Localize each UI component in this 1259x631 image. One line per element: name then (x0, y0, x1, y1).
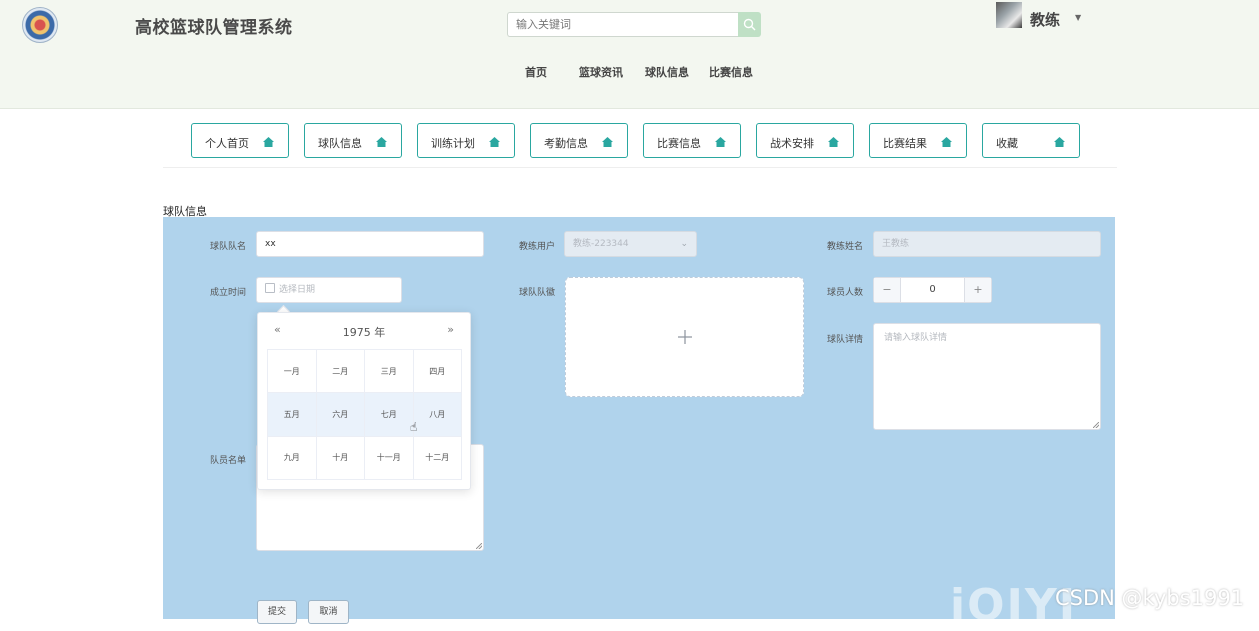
coach-user-value: 教练-223344 (573, 239, 629, 249)
tab-personal-home[interactable]: 个人首页 (191, 123, 289, 158)
tab-label: 比赛信息 (657, 137, 701, 150)
increment-button[interactable]: + (964, 278, 991, 302)
calendar-icon (265, 283, 275, 293)
tab-attendance[interactable]: 考勤信息 (530, 123, 628, 158)
hand-cursor-icon: ☝ (410, 420, 418, 434)
submit-button[interactable]: 提交 (257, 600, 297, 624)
founded-date-input[interactable]: 选择日期 (256, 277, 402, 303)
month-cell[interactable]: 五月 (268, 393, 317, 437)
tab-label: 球队信息 (318, 137, 362, 150)
home-icon (1054, 137, 1065, 147)
month-cell[interactable]: 四月 (413, 350, 462, 394)
logo-uploader[interactable] (565, 277, 804, 397)
team-name-input[interactable]: xx (256, 231, 484, 257)
home-icon (828, 137, 839, 147)
watermark-text: CSDN @kybs1991 (1055, 586, 1245, 610)
next-year-button[interactable]: » (447, 323, 454, 336)
home-icon (263, 137, 274, 147)
tab-label: 收藏 (996, 137, 1018, 150)
month-cell[interactable]: 一月 (268, 350, 317, 394)
cancel-button[interactable]: 取消 (308, 600, 349, 624)
tab-match-results[interactable]: 比赛结果 (869, 123, 967, 158)
logo-label: 球队队徽 (519, 288, 556, 298)
tab-label: 战术安排 (770, 137, 814, 150)
month-cell[interactable]: 七月 (365, 393, 414, 437)
avatar[interactable] (996, 2, 1022, 28)
founded-placeholder: 选择日期 (279, 285, 316, 295)
coach-name-label: 教练姓名 (827, 242, 864, 252)
player-count-stepper: − 0 + (873, 277, 992, 303)
month-picker-popup: « 1975 年 » 一月 二月 三月 四月 五月 六月 七月 八月 九月 十月… (257, 312, 471, 490)
nav-basketball-news[interactable]: 篮球资讯 (579, 64, 623, 80)
month-cell[interactable]: 二月 (316, 350, 365, 394)
nav-home[interactable]: 首页 (525, 64, 547, 80)
tab-label: 考勤信息 (544, 137, 588, 150)
month-cell[interactable]: 九月 (268, 436, 317, 480)
tab-tactics[interactable]: 战术安排 (756, 123, 854, 158)
roster-label: 队员名单 (210, 456, 247, 466)
picker-year[interactable]: 1975 年 (258, 324, 470, 340)
home-icon (941, 137, 952, 147)
tab-label: 比赛结果 (883, 137, 927, 150)
decrement-button[interactable]: − (874, 278, 901, 302)
home-icon (602, 137, 613, 147)
plus-icon (677, 330, 692, 344)
home-icon (489, 137, 500, 147)
tab-team-info[interactable]: 球队信息 (304, 123, 402, 158)
tab-label: 训练计划 (431, 137, 475, 150)
site-title: 高校篮球队管理系统 (135, 18, 293, 38)
divider (163, 167, 1117, 168)
month-cell[interactable]: 十二月 (413, 436, 462, 480)
top-header: 高校篮球队管理系统 教练 ▼ 首页 篮球资讯 球队信息 比赛信息 (0, 0, 1259, 109)
home-icon (376, 137, 387, 147)
details-textarea[interactable]: 请输入球队详情 (873, 323, 1101, 430)
team-name-label: 球队队名 (210, 242, 247, 252)
month-cell[interactable]: 十一月 (365, 436, 414, 480)
chevron-down-icon: ⌄ (680, 239, 688, 249)
founded-label: 成立时间 (210, 288, 247, 298)
nav-team-info[interactable]: 球队信息 (645, 64, 689, 80)
coach-user-label: 教练用户 (519, 242, 556, 252)
tab-label: 个人首页 (205, 137, 249, 150)
month-cell[interactable]: 六月 (316, 393, 365, 437)
coach-user-select: 教练-223344 ⌄ (564, 231, 697, 257)
home-icon (715, 137, 726, 147)
user-name[interactable]: 教练 (1030, 9, 1060, 30)
caret-down-icon[interactable]: ▼ (1075, 13, 1081, 22)
tab-favorites[interactable]: 收藏 (982, 123, 1080, 158)
player-count-value[interactable]: 0 (900, 278, 965, 302)
coach-name-input: 王教练 (873, 231, 1101, 257)
tab-match-info[interactable]: 比赛信息 (643, 123, 741, 158)
month-cell[interactable]: 十月 (316, 436, 365, 480)
main-nav: 首页 篮球资讯 球队信息 比赛信息 (0, 64, 1259, 82)
resize-handle[interactable] (476, 543, 482, 549)
search-input[interactable] (507, 12, 738, 37)
school-logo (22, 7, 58, 43)
search-icon (743, 18, 756, 31)
month-grid: 一月 二月 三月 四月 五月 六月 七月 八月 九月 十月 十一月 十二月 (267, 349, 462, 480)
player-count-label: 球员人数 (827, 288, 864, 298)
month-cell[interactable]: 八月 (413, 393, 462, 437)
details-placeholder: 请输入球队详情 (884, 333, 948, 343)
resize-handle[interactable] (1093, 422, 1099, 428)
search-button[interactable] (738, 12, 761, 37)
nav-match-info[interactable]: 比赛信息 (709, 64, 753, 80)
details-label: 球队详情 (827, 335, 864, 345)
tab-training-plan[interactable]: 训练计划 (417, 123, 515, 158)
month-cell[interactable]: 三月 (365, 350, 414, 394)
